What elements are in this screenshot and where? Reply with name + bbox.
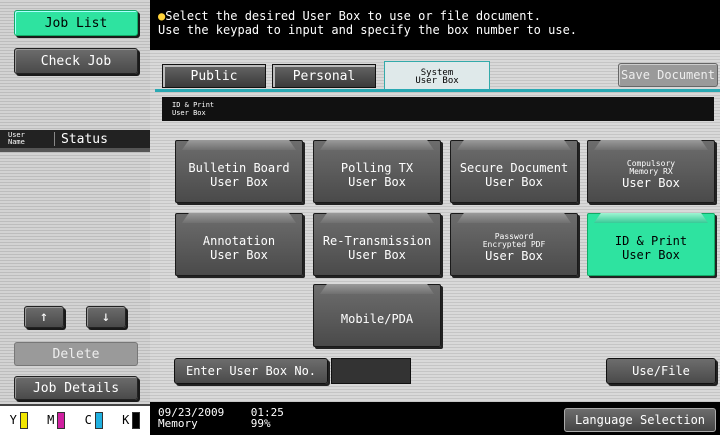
tab-public[interactable]: Public [162, 64, 266, 88]
re-transmission-user-box-button[interactable]: Re-Transmission User Box [313, 213, 441, 276]
user-name-column-header: User Name [0, 132, 55, 146]
arrow-down-icon: ↓ [101, 309, 111, 325]
compulsory-memory-rx-user-box-button[interactable]: Compulsory Memory RX User Box [587, 140, 715, 203]
scroll-down-button[interactable]: ↓ [86, 306, 126, 328]
toner-y: Y [10, 412, 28, 429]
current-box-title: ID & Print User Box [162, 97, 714, 121]
secure-document-user-box-button[interactable]: Secure Document User Box [450, 140, 578, 203]
toner-c: C [85, 412, 103, 429]
user-box-number-field[interactable] [331, 358, 411, 384]
save-document-button[interactable]: Save Document [618, 63, 718, 87]
job-list-button[interactable]: Job List [14, 10, 138, 36]
polling-tx-user-box-button[interactable]: Polling TX User Box [313, 140, 441, 203]
toner-k: K [122, 412, 141, 429]
mobile-pda-user-box-button[interactable]: Mobile/PDA [313, 284, 441, 347]
use-file-button[interactable]: Use/File [606, 358, 716, 384]
tab-system-user-box[interactable]: System User Box [384, 61, 490, 91]
instruction-message: ●Select the desired User Box to use or f… [150, 0, 720, 50]
annotation-user-box-button[interactable]: Annotation User Box [175, 213, 303, 276]
toner-m: M [47, 412, 66, 429]
id-print-user-box-button[interactable]: ID & Print User Box [587, 213, 715, 276]
divider [0, 148, 150, 152]
language-selection-button[interactable]: Language Selection [564, 408, 716, 432]
delete-button[interactable]: Delete [14, 342, 138, 366]
password-encrypted-pdf-user-box-button[interactable]: Password Encrypted PDF User Box [450, 213, 578, 276]
toner-levels: Y M C K [0, 404, 150, 435]
job-details-button[interactable]: Job Details [14, 376, 138, 400]
job-list-header: User Name Status [0, 130, 150, 148]
enter-user-box-no-button[interactable]: Enter User Box No. [174, 358, 328, 384]
date-time-memory: 09/23/2009 01:25 Memory 99% [158, 406, 284, 430]
status-column-header: Status [61, 131, 108, 147]
scroll-up-button[interactable]: ↑ [24, 306, 64, 328]
left-panel: Job List Check Job Delete Job Details ↑ … [0, 0, 150, 435]
bulletin-board-user-box-button[interactable]: Bulletin Board User Box [175, 140, 303, 203]
tab-personal[interactable]: Personal [272, 64, 376, 88]
tab-underline [155, 89, 720, 92]
arrow-up-icon: ↑ [39, 309, 49, 325]
check-job-button[interactable]: Check Job [14, 48, 138, 74]
